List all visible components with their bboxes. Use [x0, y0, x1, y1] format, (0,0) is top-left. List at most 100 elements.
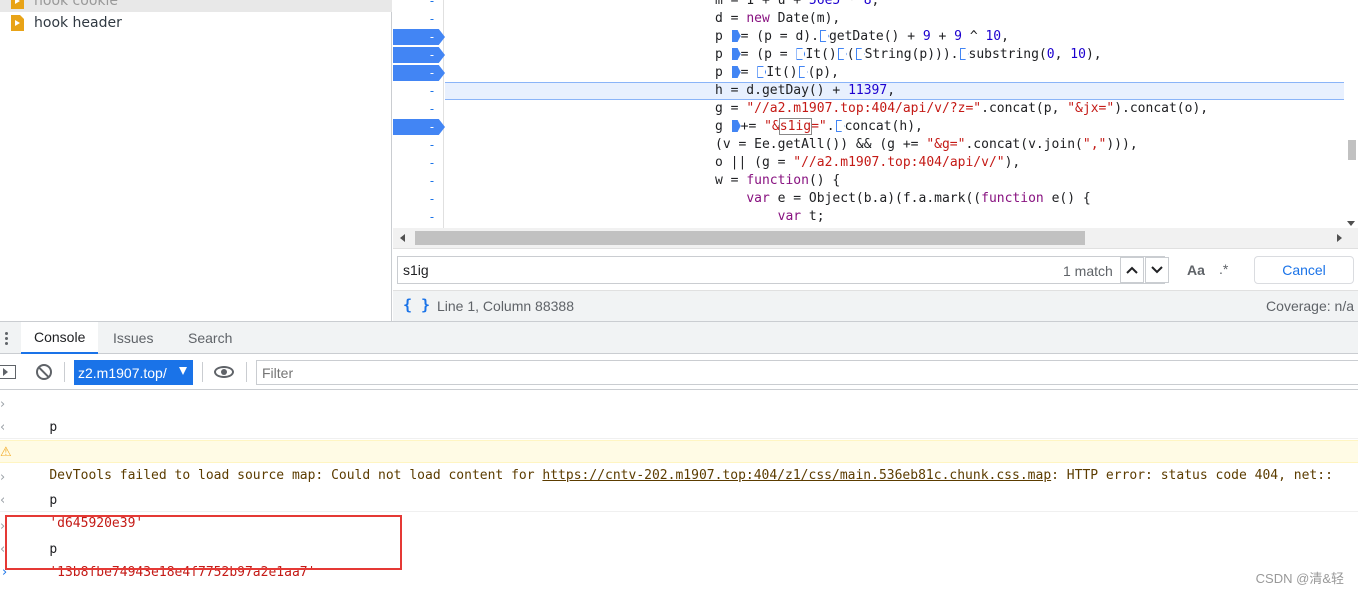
code-line[interactable]: o || (g = "//a2.m1907.top:404/api/v/"),: [445, 154, 1358, 172]
chevron-down-icon: [1151, 266, 1163, 274]
gutter-line[interactable]: -: [393, 190, 444, 208]
tab-console[interactable]: Console: [21, 322, 99, 354]
source-editor[interactable]: ------------- m = 1 + u + 56e5 * 8, d = n…: [393, 0, 1358, 228]
breakpoint-marker[interactable]: -: [393, 46, 445, 64]
inline-breakpoint-icon[interactable]: [819, 29, 829, 41]
inline-breakpoint-icon[interactable]: [959, 47, 969, 59]
inline-breakpoint-icon[interactable]: [795, 47, 805, 59]
match-count: 1 match: [1063, 263, 1113, 279]
code-line[interactable]: h = d.getDay() + 11397,: [445, 82, 1358, 100]
console-warning-line: ⚠ DevTools failed to load source map: Cou…: [0, 440, 1358, 483]
code-line[interactable]: m = 1 + u + 56e5 * 8,: [445, 0, 1358, 10]
tree-item-hook-header[interactable]: hook header: [0, 12, 392, 34]
horizontal-scrollbar[interactable]: [393, 228, 1358, 248]
vertical-scrollbar[interactable]: [1344, 0, 1358, 228]
code-line[interactable]: (v = Ee.getAll()) && (g += "&g=".concat(…: [445, 136, 1358, 154]
inline-breakpoint-icon[interactable]: [835, 119, 845, 131]
console-result-line: ‹'d645920e39': [0, 489, 1358, 531]
chevron-up-icon: [1126, 266, 1138, 274]
regex-button[interactable]: .*: [1219, 261, 1228, 277]
filter-input[interactable]: [256, 360, 1358, 385]
match-case-button[interactable]: Aa: [1187, 262, 1205, 278]
inline-breakpoint-active-icon[interactable]: [731, 65, 741, 77]
show-sidebar-icon[interactable]: [0, 365, 16, 379]
more-options-icon[interactable]: [3, 330, 11, 346]
scrollbar-thumb[interactable]: [1348, 140, 1356, 160]
code-line[interactable]: p = (p = It()(String(p))). substring(0, 1…: [445, 46, 1358, 64]
console-messages[interactable]: ›p ‹40 ⚠DevTools failed to load source m…: [0, 391, 1358, 594]
code-line[interactable]: w = function() {: [445, 172, 1358, 190]
dropdown-caret-icon: [179, 367, 187, 375]
tree-item-hook-cookie[interactable]: hook cookie: [0, 0, 392, 12]
inline-breakpoint-icon[interactable]: [837, 47, 847, 59]
breakpoint-marker[interactable]: -: [393, 118, 445, 136]
inline-breakpoint-active-icon[interactable]: [731, 29, 741, 41]
cursor-position: Line 1, Column 88388: [437, 298, 574, 314]
result-arrow-icon: ‹: [0, 420, 6, 435]
gutter-line[interactable]: -: [393, 172, 444, 190]
tree-item-label: hook cookie: [34, 0, 118, 9]
snippet-file-icon: [11, 15, 24, 31]
gutter-line[interactable]: -: [393, 82, 444, 100]
pretty-print-icon[interactable]: { }: [403, 296, 430, 314]
annotation-highlight-box: [5, 515, 402, 570]
scroll-left-arrow-icon[interactable]: [400, 234, 405, 242]
code-line[interactable]: p = (p = d). getDate() + 9 + 9 ^ 10,: [445, 28, 1358, 46]
code-line[interactable]: var t;: [445, 208, 1358, 226]
toolbar-divider: [64, 362, 65, 382]
gutter-line[interactable]: -: [393, 208, 444, 226]
snippet-file-icon: [11, 0, 24, 9]
inline-breakpoint-icon[interactable]: [756, 65, 766, 77]
find-bar: 1 match Aa .* Cancel: [393, 248, 1358, 290]
toolbar-divider: [246, 362, 247, 382]
snippets-tree: hook cookie hook header: [0, 0, 392, 321]
gutter-line[interactable]: -: [393, 154, 444, 172]
gutter-line[interactable]: -: [393, 100, 444, 118]
clear-console-icon[interactable]: [36, 364, 52, 380]
warning-icon: ⚠: [0, 445, 12, 460]
input-chevron-icon: ›: [0, 470, 6, 485]
console-input-line: › p: [0, 466, 1358, 508]
breakpoint-marker[interactable]: -: [393, 28, 445, 46]
scroll-right-arrow-icon[interactable]: [1337, 234, 1342, 242]
context-selector[interactable]: z2.m1907.top/: [74, 360, 193, 385]
next-match-button[interactable]: [1145, 257, 1169, 283]
inline-breakpoint-active-icon[interactable]: [731, 119, 741, 131]
tree-item-label: hook header: [34, 15, 122, 31]
previous-match-button[interactable]: [1120, 257, 1144, 283]
line-gutter[interactable]: -------------: [393, 0, 445, 228]
cancel-button[interactable]: Cancel: [1254, 256, 1354, 284]
inline-breakpoint-icon[interactable]: [855, 47, 865, 59]
live-expression-eye-icon[interactable]: [214, 366, 234, 378]
search-match: s1ig: [778, 118, 813, 135]
toolbar-divider: [202, 362, 203, 382]
code-line[interactable]: p = It() (p),: [445, 64, 1358, 82]
console-result-line: ‹40: [0, 416, 1358, 458]
editor-status-bar: { } Line 1, Column 88388 Coverage: n/a: [393, 290, 1358, 321]
context-label: z2.m1907.top/: [78, 364, 167, 381]
scrollbar-thumb[interactable]: [415, 231, 1085, 245]
code-line[interactable]: d = new Date(m),: [445, 10, 1358, 28]
drawer-tabbar: Console Issues Search: [0, 321, 1358, 354]
code-line[interactable]: g += "&s1ig=". concat(h),: [445, 118, 1358, 136]
code-area[interactable]: m = 1 + u + 56e5 * 8, d = new Date(m), p =…: [445, 0, 1358, 228]
tab-issues[interactable]: Issues: [101, 322, 165, 354]
inline-breakpoint-icon[interactable]: [798, 65, 808, 77]
gutter-line[interactable]: -: [393, 10, 444, 28]
result-arrow-icon: ‹: [0, 493, 6, 508]
console-toolbar: z2.m1907.top/: [0, 354, 1358, 390]
console-input-line: › p: [0, 393, 1358, 435]
coverage-status: Coverage: n/a: [1266, 298, 1354, 314]
input-chevron-icon: ›: [0, 397, 6, 412]
inline-breakpoint-active-icon[interactable]: [731, 47, 741, 59]
watermark: CSDN @清&轻: [1255, 571, 1344, 586]
scroll-down-arrow-icon[interactable]: [1347, 221, 1355, 226]
console-prompt-icon[interactable]: ›: [2, 565, 7, 580]
gutter-line[interactable]: -: [393, 0, 444, 10]
search-input[interactable]: [397, 256, 1165, 284]
tab-search[interactable]: Search: [176, 322, 244, 354]
code-line[interactable]: g = "//a2.m1907.top:404/api/v/?z=".conca…: [445, 100, 1358, 118]
code-line[interactable]: var e = Object(b.a)(f.a.mark((function e…: [445, 190, 1358, 208]
breakpoint-marker[interactable]: -: [393, 64, 445, 82]
gutter-line[interactable]: -: [393, 136, 444, 154]
